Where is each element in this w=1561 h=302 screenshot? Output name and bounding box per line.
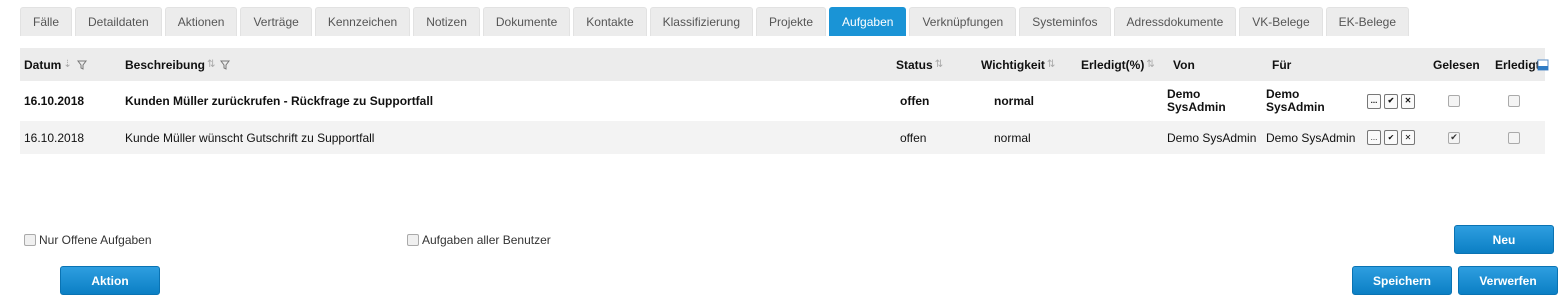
column-header-von: Von (1173, 57, 1195, 72)
aktion-button[interactable]: Aktion (60, 266, 160, 295)
sort-icon[interactable]: ⇅ (1047, 59, 1055, 70)
tab-projekte[interactable]: Projekte (756, 7, 827, 36)
neu-button[interactable]: Neu (1454, 225, 1554, 254)
tab-adressdokumente[interactable]: Adressdokumente (1113, 7, 1237, 36)
column-header-wichtigkeit[interactable]: Wichtigkeit ⇅ (981, 48, 1055, 81)
tab-verknuepfungen[interactable]: Verknüpfungen (909, 7, 1017, 36)
tab-ek-belege[interactable]: EK-Belege (1325, 7, 1410, 36)
column-header-datum[interactable]: Datum ⇣ (24, 48, 87, 81)
cell-wichtigkeit: normal (994, 94, 1035, 108)
tab-vk-belege[interactable]: VK-Belege (1239, 7, 1323, 36)
cell-beschreibung: Kunden Müller zurückrufen - Rückfrage zu… (125, 94, 434, 108)
cell-status: offen (900, 94, 930, 108)
column-header-erledigt: Erledigt (1495, 57, 1540, 72)
tab-systeminfos[interactable]: Systeminfos (1019, 7, 1111, 36)
sort-icon[interactable]: ⇅ (207, 59, 215, 70)
column-header-fuer: Für (1272, 57, 1292, 72)
column-header-status[interactable]: Status ⇅ (896, 48, 943, 81)
row-actions: ... ✔ ✕ (1367, 121, 1415, 154)
tab-aktionen[interactable]: Aktionen (164, 7, 238, 36)
table-header: Datum ⇣ Beschreibung ⇅ Status ⇅ Wichtigke… (20, 48, 1549, 81)
tab-faelle[interactable]: Fälle (20, 7, 73, 36)
tab-vertraege[interactable]: Verträge (240, 7, 312, 36)
task-table: Datum ⇣ Beschreibung ⇅ Status ⇅ Wichtigke… (20, 48, 1549, 154)
cell-datum: 16.10.2018 (24, 94, 85, 108)
row-actions: ... ✔ ✕ (1367, 81, 1415, 121)
cell-datum: 16.10.2018 (24, 130, 85, 145)
nur-offene-aufgaben-option[interactable]: Nur Offene Aufgaben (24, 233, 152, 247)
column-header-gelesen: Gelesen (1433, 57, 1480, 72)
column-header-erledigt-prozent[interactable]: Erledigt(%) ⇅ (1081, 48, 1155, 81)
confirm-button[interactable]: ✔ (1384, 93, 1398, 109)
nur-offene-aufgaben-checkbox[interactable] (24, 234, 36, 246)
tab-kennzeichen[interactable]: Kennzeichen (314, 7, 411, 36)
sort-icon[interactable]: ⇅ (935, 59, 943, 70)
tab-klassifizierung[interactable]: Klassifizierung (649, 7, 754, 36)
column-header-beschreibung[interactable]: Beschreibung ⇅ (125, 48, 231, 81)
check-icon: ✔ (1448, 131, 1460, 144)
cell-fuer: Demo SysAdmin (1266, 130, 1356, 145)
sort-icon[interactable]: ⇅ (1146, 59, 1154, 70)
more-button[interactable]: ... (1367, 130, 1381, 145)
erledigt-checkbox[interactable] (1508, 81, 1520, 121)
reject-button[interactable]: ✕ (1401, 93, 1415, 109)
gelesen-checkbox[interactable] (1448, 81, 1460, 121)
filter-icon[interactable] (220, 60, 231, 70)
filter-icon[interactable] (76, 60, 87, 70)
cell-von: Demo SysAdmin (1167, 87, 1226, 114)
cell-von: Demo SysAdmin (1167, 130, 1257, 145)
nur-offene-aufgaben-label: Nur Offene Aufgaben (39, 233, 152, 247)
tab-kontakte[interactable]: Kontakte (573, 7, 647, 36)
aufgaben-aller-benutzer-option[interactable]: Aufgaben aller Benutzer (407, 233, 551, 247)
reject-button[interactable]: ✕ (1401, 130, 1415, 145)
erledigt-checkbox[interactable] (1508, 121, 1520, 154)
aufgaben-aller-benutzer-checkbox[interactable] (407, 234, 419, 246)
export-icon[interactable] (1537, 48, 1549, 81)
more-button[interactable]: ... (1367, 93, 1381, 109)
cell-fuer: Demo SysAdmin (1266, 87, 1325, 114)
table-row[interactable]: 16.10.2018 Kunden Müller zurückrufen - R… (20, 81, 1545, 121)
tab-aufgaben[interactable]: Aufgaben (829, 7, 907, 36)
speichern-button[interactable]: Speichern (1352, 266, 1452, 295)
confirm-button[interactable]: ✔ (1384, 130, 1398, 145)
aufgaben-aller-benutzer-label: Aufgaben aller Benutzer (422, 233, 551, 247)
tab-dokumente[interactable]: Dokumente (482, 7, 571, 36)
tab-detaildaten[interactable]: Detaildaten (75, 7, 162, 36)
cell-status: offen (900, 130, 927, 145)
verwerfen-button[interactable]: Verwerfen (1458, 266, 1558, 295)
sort-icon[interactable]: ⇣ (63, 59, 71, 70)
tab-bar: Fälle Detaildaten Aktionen Verträge Kenn… (20, 7, 1410, 36)
tab-notizen[interactable]: Notizen (413, 7, 480, 36)
cell-wichtigkeit: normal (994, 130, 1031, 145)
cell-beschreibung: Kunde Müller wünscht Gutschrift zu Suppo… (125, 130, 375, 145)
table-row[interactable]: 16.10.2018 Kunde Müller wünscht Gutschri… (20, 121, 1545, 154)
gelesen-checkbox[interactable]: ✔ (1448, 121, 1460, 154)
